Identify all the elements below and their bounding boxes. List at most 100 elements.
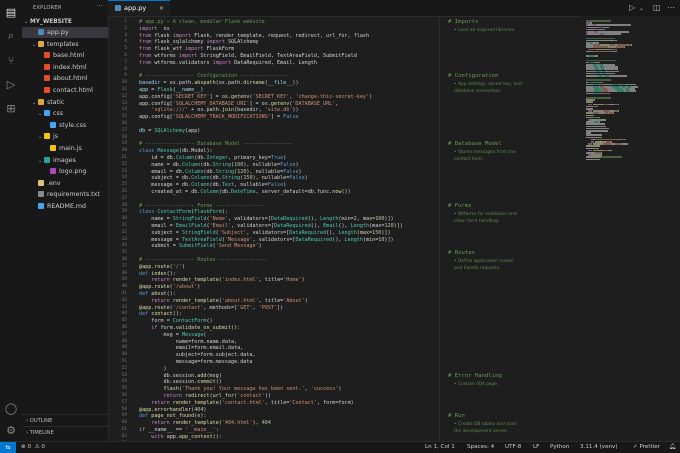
code-token: '/about' [172, 284, 198, 291]
code-token: return [151, 297, 170, 304]
code-token: ( [203, 331, 207, 338]
tree-item[interactable]: logo.png [22, 166, 108, 177]
line-number: 56 [121, 393, 127, 398]
code-token: name = [139, 216, 173, 223]
more-actions-icon[interactable]: ··· [96, 2, 103, 10]
code-token: )]) [384, 216, 394, 223]
search-icon[interactable]: ⌕ [4, 29, 18, 43]
code-token: dirname [243, 80, 265, 87]
code-line[interactable]: app.config['SQLALCHEMY_TRACK_MODIFICATIO… [139, 114, 299, 121]
code-token: ] = os. [249, 100, 271, 107]
code-line[interactable]: db = SQLAlchemy(app) [139, 128, 200, 135]
code-token: email=form.email.data, [139, 345, 244, 352]
code-editor[interactable]: 1 2 3 4 5 6 7 8 9 10 11 12 13 14 15 16 17 18 19 20 21 22 23 24 2… [108, 16, 680, 441]
explorer-icon[interactable]: ▤ [4, 6, 18, 20]
code-token: app.config[ [139, 100, 173, 107]
language-mode[interactable]: Python [550, 442, 569, 453]
minimap-line [586, 50, 593, 53]
minimap-line [601, 92, 610, 95]
eol-status[interactable]: LF [533, 442, 539, 453]
tree-item[interactable]: contact.html [22, 85, 108, 96]
timeline-section[interactable]: › TIMELINE [22, 426, 108, 438]
line-number: 14 [121, 107, 127, 113]
tree-item[interactable]: ⌄ templates [22, 39, 108, 50]
line-number: 7 [124, 59, 127, 65]
code-token: (db. [209, 175, 222, 182]
code-token: DataRequired [295, 236, 333, 243]
code-token: ) [369, 93, 373, 100]
tree-item[interactable]: .env [22, 178, 108, 189]
line-number: 15 [121, 114, 127, 120]
tree-item[interactable]: ⌄ js [22, 131, 108, 142]
code-token: import [139, 25, 158, 32]
chevron-down-icon[interactable]: ⌄ [639, 5, 644, 12]
code-token: ]) [277, 304, 284, 311]
annotation-text: • Define application routes [454, 259, 514, 265]
tree-item[interactable]: ⌄ images [22, 155, 108, 166]
tree-item[interactable]: base.html [22, 50, 108, 61]
tree-item[interactable]: main.js [22, 143, 108, 154]
code-token: , max= [356, 216, 376, 223]
code-line[interactable]: from wtforms.validators import DataRequi… [139, 60, 317, 67]
split-editor-icon[interactable]: ◫ [653, 3, 661, 12]
tree-item[interactable]: README.md [22, 201, 108, 212]
outline-section[interactable]: › OUTLINE [22, 414, 108, 426]
code-token: Message [181, 331, 204, 338]
minimap[interactable] [580, 16, 680, 441]
extensions-icon[interactable]: ⊞ [4, 102, 18, 116]
run-icon[interactable]: ▷ [629, 3, 635, 12]
tree-item[interactable]: requirements.txt [22, 189, 108, 200]
code-token: , validators=[ [231, 223, 274, 229]
code-line[interactable]: submit = SubmitField('Send Message') [139, 243, 261, 250]
code-token: 'Subject' [218, 229, 247, 236]
gear-icon[interactable]: ⚙ [4, 424, 18, 438]
code-token: FlaskForm [194, 209, 222, 216]
explorer-sidebar: EXPLORER ··· ⌄ MY_WEBSITE app.py ⌄ template… [22, 0, 109, 441]
close-icon[interactable]: × [159, 1, 164, 16]
minimap-line [618, 70, 619, 73]
encoding-status[interactable]: UTF-8 [505, 442, 521, 453]
cursor-position[interactable]: Ln 1, Col 1 [425, 442, 455, 453]
tree-item-label: js [53, 133, 59, 141]
tree-item[interactable]: ⌄ css [22, 108, 108, 119]
code-token: about [151, 291, 167, 297]
annotation-text: and handle requests. [454, 266, 501, 272]
notifications-icon[interactable]: 🔔︎ [669, 442, 676, 453]
annotation-text: contact form. [454, 157, 484, 163]
tree-item[interactable]: index.html [22, 62, 108, 73]
line-number: 50 [121, 352, 127, 358]
minimap-line [616, 39, 618, 42]
tree-item[interactable]: app.py [22, 27, 108, 38]
python-interpreter[interactable]: 3.11.4 (venv) [580, 442, 618, 453]
code-token: render_template [172, 277, 219, 284]
code-token: , validators=[ [252, 236, 296, 243]
annotation-text: • App settings, secret key, and [454, 82, 522, 88]
problems-status[interactable]: ⊗ 0 ⚠ 0 [21, 442, 45, 453]
tab-app-py[interactable]: app.py × [108, 0, 170, 16]
source-control-icon[interactable]: ⑂ [4, 54, 18, 68]
code-token: 'contact' [237, 393, 265, 399]
indentation-status[interactable]: Spaces: 4 [467, 442, 494, 453]
annotation-heading: # Imports [448, 19, 479, 25]
code-token: EmailField [175, 223, 207, 229]
code-line[interactable]: created_at = db.Column(db.DateTime, serv… [139, 189, 350, 196]
code-token: Length [350, 223, 370, 229]
workspace-root[interactable]: ⌄ MY_WEBSITE [22, 16, 108, 27]
code-token: 404 [261, 420, 271, 427]
code-token: False [283, 168, 299, 175]
tree-item[interactable]: ⌄ static [22, 97, 108, 108]
line-number: 36 [121, 257, 127, 262]
run-debug-icon[interactable]: ▷ [4, 78, 18, 92]
prettier-status[interactable]: ✓ Prettier [633, 442, 660, 453]
code-token: String [221, 175, 241, 182]
tree-item[interactable]: style.css [22, 120, 108, 131]
account-icon[interactable]: ◯ [4, 402, 18, 416]
remote-icon[interactable]: ⇆ [0, 442, 16, 453]
more-actions-icon[interactable]: ⋯ [667, 3, 675, 12]
minimap-line [614, 50, 618, 53]
code-token: String [212, 161, 232, 168]
line-number: 58 [121, 406, 127, 412]
line-number: 44 [121, 311, 127, 317]
tree-item[interactable]: about.html [22, 73, 108, 84]
